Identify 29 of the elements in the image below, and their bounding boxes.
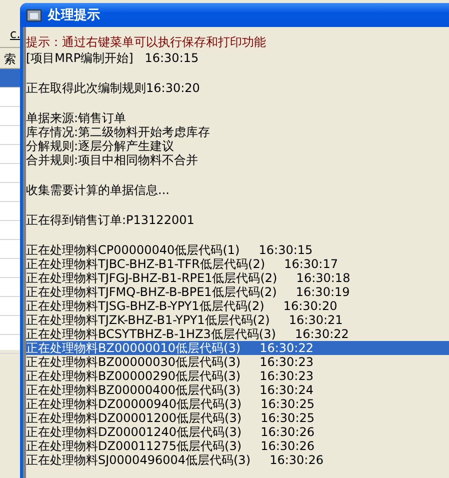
log-line[interactable]: 正在处理物料BZ00000290低层代码(3) 16:30:23 [26,369,449,383]
log-line[interactable]: 正在处理物料DZ00000940低层代码(3) 16:30:25 [26,397,449,411]
window-icon [26,7,42,23]
column-header: 索 [0,50,22,69]
log-line[interactable]: 正在处理物料DZ00001200低层代码(3) 16:30:25 [26,411,449,425]
log-line[interactable]: 正在处理物料BZ00000030低层代码(3) 16:30:23 [26,355,449,369]
log-line[interactable]: 正在处理物料SJ0000496004低层代码(3) 16:30:26 [26,453,449,467]
log-line[interactable]: 正在得到销售订单:P13122001 [26,213,449,227]
log-line[interactable]: 库存情况:第二级物料开始考虑库存 [26,125,449,139]
log-line[interactable]: 正在处理物料DZ00001240低层代码(3) 16:30:26 [26,425,449,439]
hint-text: 提示：通过右键菜单可以执行保存和打印功能 [26,34,267,51]
log-line[interactable]: 正在处理物料CP00000040低层代码(1) 16:30:15 [26,243,449,257]
log-line[interactable]: 正在处理物料TJBC-BHZ-B1-TFR低层代码(2) 16:30:17 [26,257,449,271]
table-row[interactable] [0,69,22,88]
log-line[interactable]: 分解规则:逐层分解产生建议 [26,139,449,153]
log-line[interactable]: 正在处理物料BZ00000400低层代码(3) 16:30:24 [26,383,449,397]
log-line[interactable]: 正在处理物料BCSYTBHZ-B-1HZ3低层代码(3) 16:30:22 [26,327,449,341]
log-line[interactable]: 正在处理物料TJFMQ-BHZ-B-BPE1低层代码(2) 16:30:19 [26,285,449,299]
log-line[interactable]: 正在处理物料TJSG-BHZ-B-YPY1低层代码(2) 16:30:20 [26,299,449,313]
toolbar-label: c. [10,27,20,41]
log-line[interactable]: 正在处理物料DZ00011275低层代码(3) 16:30:26 [26,439,449,453]
window-title: 处理提示 [48,7,100,24]
log-line[interactable]: [项目MRP编制开始] 16:30:15 [26,51,449,65]
log-line[interactable]: 正在处理物料TJFGJ-BHZ-B1-RPE1低层代码(2) 16:30:18 [26,271,449,285]
log-line[interactable]: 正在取得此次编制规则16:30:20 [26,81,449,95]
log-line[interactable]: 收集需要计算的单据信息... [26,183,449,197]
log-line[interactable]: 单据来源:销售订单 [26,111,449,125]
log-line[interactable]: 正在处理物料TJZK-BHZ-B1-YPY1低层代码(2) 16:30:21 [26,313,449,327]
log-line[interactable]: 合并规则:项目中相同物料不合并 [26,153,449,167]
